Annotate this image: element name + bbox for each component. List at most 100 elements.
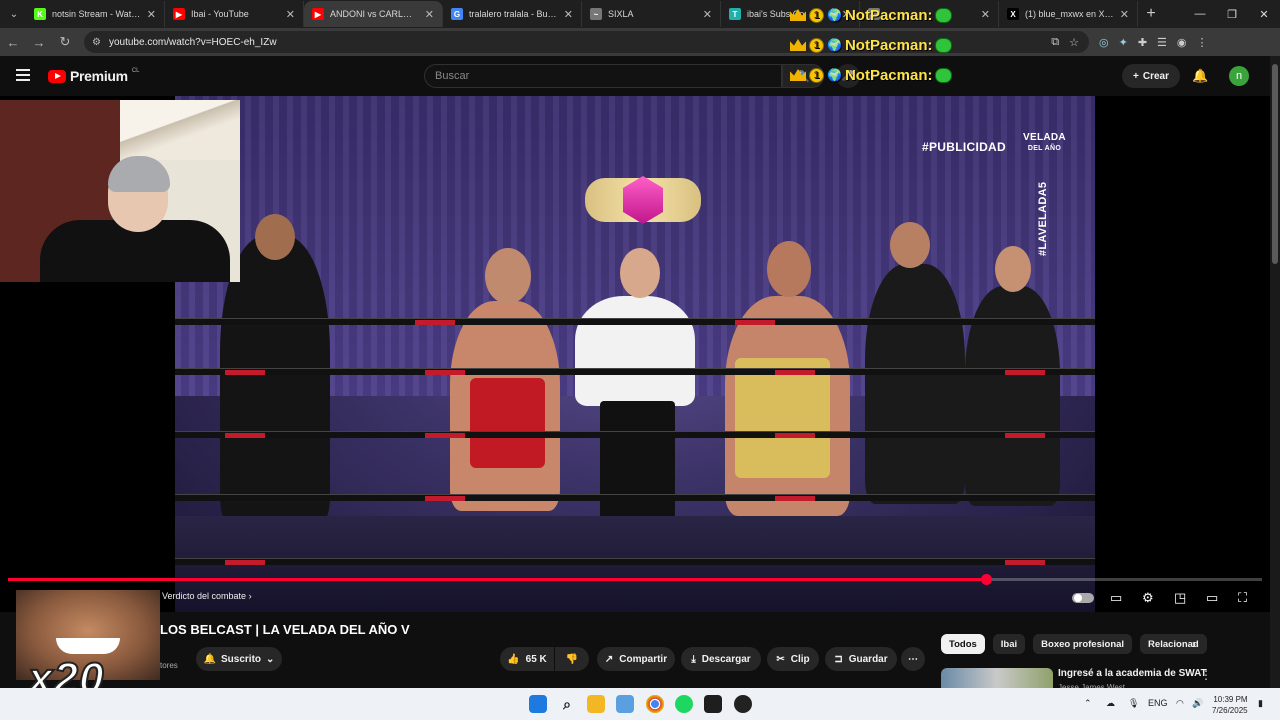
filter-chip[interactable]: Boxeo profesional	[1033, 634, 1133, 654]
save-label: Guardar	[848, 653, 888, 665]
browser-tab[interactable]: X (1) blue_mxwx en X: "We ✕	[999, 1, 1138, 27]
miniplayer-icon[interactable]: ◳	[1174, 590, 1186, 606]
red-shorts	[470, 378, 545, 468]
tab-title: Ibai - YouTube	[191, 9, 249, 19]
create-button[interactable]: + Crear	[1122, 64, 1180, 88]
chrome-menu-icon[interactable]: ⋮	[1197, 36, 1208, 49]
video-progress-bar[interactable]	[8, 574, 1262, 585]
clip-button[interactable]: ✂ Clip	[767, 647, 819, 671]
reload-button[interactable]: ↻	[52, 34, 78, 50]
app-icon[interactable]	[616, 695, 634, 713]
subtitles-icon[interactable]: ▭	[1110, 590, 1122, 606]
velada-logo-line1: VELADA	[1023, 132, 1066, 143]
onedrive-icon[interactable]: ☁	[1106, 698, 1115, 709]
volume-icon[interactable]: 🔊	[1192, 698, 1203, 709]
tab-close-icon[interactable]: ✕	[703, 8, 712, 21]
windows-taskbar: ⌕ ⌃ ☁ 🎙 ENG ◠ 🔊 10:39 PM 7/26/2025 ▮	[0, 688, 1280, 720]
minimize-button[interactable]: —	[1184, 0, 1216, 28]
save-button[interactable]: ⊐ Guardar	[825, 647, 897, 671]
tab-close-icon[interactable]: ✕	[981, 8, 990, 21]
back-button[interactable]: ←	[0, 35, 26, 50]
settings-gear-icon[interactable]: ⚙	[1142, 590, 1154, 606]
chrome-icon[interactable]	[646, 695, 664, 713]
chapter-label[interactable]: Verdicto del combate ›	[162, 591, 252, 601]
tab-close-icon[interactable]: ✕	[564, 8, 573, 21]
install-app-icon[interactable]: ⧉	[1051, 36, 1059, 49]
filter-chip[interactable]: Ibai	[992, 634, 1026, 654]
browser-tab[interactable]: ~ SIXLA ✕	[582, 1, 721, 27]
frog-emote-icon	[935, 37, 953, 53]
chips-next-arrow[interactable]: ›	[1184, 634, 1204, 654]
taskbar-clock[interactable]: 10:39 PM 7/26/2025	[1212, 694, 1248, 716]
scrollbar-thumb[interactable]	[1272, 64, 1278, 264]
mic-icon[interactable]: 🎙	[1128, 698, 1139, 709]
filter-chip[interactable]: Todos	[941, 634, 985, 654]
video-title: LOS BELCAST | LA VELADA DEL AÑO V	[160, 622, 410, 637]
more-actions-button[interactable]: ⋯	[901, 647, 925, 671]
terminal-icon[interactable]	[704, 695, 722, 713]
windows-start-icon[interactable]	[529, 695, 547, 713]
recommendation-more-icon[interactable]: ⋮	[1200, 668, 1212, 682]
obs-icon[interactable]	[734, 695, 752, 713]
bookmark-star-icon[interactable]: ☆	[1069, 36, 1079, 49]
spotify-icon[interactable]	[675, 695, 693, 713]
streamer-webcam	[0, 100, 240, 282]
autoplay-toggle[interactable]	[1072, 593, 1094, 603]
publicidad-label: #PUBLICIDAD	[922, 140, 1006, 154]
scissors-icon: ✂	[776, 653, 785, 665]
fullscreen-icon[interactable]: ⛶	[1238, 590, 1247, 606]
browser-tab[interactable]: Knotsin Stream - Watch Li ✕	[26, 1, 165, 27]
account-avatar[interactable]: n	[1229, 66, 1249, 86]
chat-username: NotPacman:	[844, 66, 933, 84]
menu-icon[interactable]	[16, 69, 30, 84]
search-input[interactable]: Buscar	[424, 64, 782, 88]
bell-icon: 🔔	[203, 653, 217, 665]
new-tab-button[interactable]: +	[1138, 5, 1164, 23]
recommendation-thumbnail[interactable]	[941, 668, 1053, 690]
recommendation-title[interactable]: Ingresé a la academia de SWAT	[1058, 668, 1207, 679]
share-button[interactable]: ↗ Compartir	[597, 647, 675, 671]
extension-icon[interactable]: ◎	[1099, 36, 1109, 49]
download-icon: ⤓	[691, 653, 696, 665]
browser-tab[interactable]: Gtralalero tralala - Buscar c ✕	[443, 1, 582, 27]
tab-title: notsin Stream - Watch Li	[52, 9, 141, 19]
notification-icon[interactable]: ▮	[1258, 698, 1263, 709]
profile-icon[interactable]: ◉	[1177, 36, 1187, 49]
wifi-icon[interactable]: ◠	[1176, 698, 1184, 709]
dislike-button[interactable]: 👎	[555, 647, 589, 671]
download-button[interactable]: ⤓ Descargar	[681, 647, 761, 671]
forward-button[interactable]: →	[26, 35, 52, 50]
tab-close-icon[interactable]: ✕	[1120, 8, 1129, 21]
tab-search-button[interactable]: ⌄	[2, 3, 26, 25]
subscribed-button[interactable]: 🔔 Suscrito ⌄	[196, 647, 282, 671]
video-player[interactable]: #PUBLICIDAD VELADA DEL AÑO #LAVELADA5	[0, 96, 1270, 612]
video-frame[interactable]: #PUBLICIDAD VELADA DEL AÑO #LAVELADA5	[175, 96, 1095, 612]
x-icon: X	[1007, 8, 1019, 20]
frog-emote-icon	[935, 67, 953, 83]
browser-tab[interactable]: ▶ Ibai - YouTube ✕	[165, 1, 304, 27]
file-explorer-icon[interactable]	[587, 695, 605, 713]
tab-close-icon[interactable]: ✕	[147, 8, 156, 21]
page-scrollbar[interactable]	[1270, 56, 1280, 688]
tray-chevron-icon[interactable]: ⌃	[1084, 698, 1092, 709]
corner-man-head	[890, 222, 930, 268]
language-indicator[interactable]: ENG	[1148, 698, 1168, 708]
logo-text: Premium	[70, 68, 128, 84]
like-button[interactable]: 👍 65 K	[500, 647, 554, 671]
earth-icon: 🌍	[827, 68, 842, 82]
plus-icon: +	[1133, 70, 1139, 82]
tab-close-icon[interactable]: ✕	[286, 8, 295, 21]
search-icon[interactable]: ⌕	[558, 695, 576, 713]
notifications-bell-icon[interactable]: 🔔	[1192, 68, 1208, 84]
maximize-button[interactable]: ❐	[1216, 0, 1248, 28]
browser-tab[interactable]: ▶ ANDONI vs CARLOS BELCAST ✕	[304, 1, 443, 27]
extension-icon[interactable]: ✦	[1119, 36, 1128, 49]
extensions-puzzle-icon[interactable]: ✚	[1138, 36, 1147, 49]
tab-close-icon[interactable]: ✕	[425, 8, 434, 21]
reading-list-icon[interactable]: ☰	[1157, 36, 1167, 49]
close-window-button[interactable]: ✕	[1248, 0, 1280, 28]
theater-mode-icon[interactable]: ▭	[1206, 590, 1218, 606]
site-info-icon[interactable]: ⚙	[92, 37, 101, 48]
youtube-premium-logo[interactable]: Premium CL	[48, 68, 139, 84]
ring-rope	[175, 318, 1095, 325]
